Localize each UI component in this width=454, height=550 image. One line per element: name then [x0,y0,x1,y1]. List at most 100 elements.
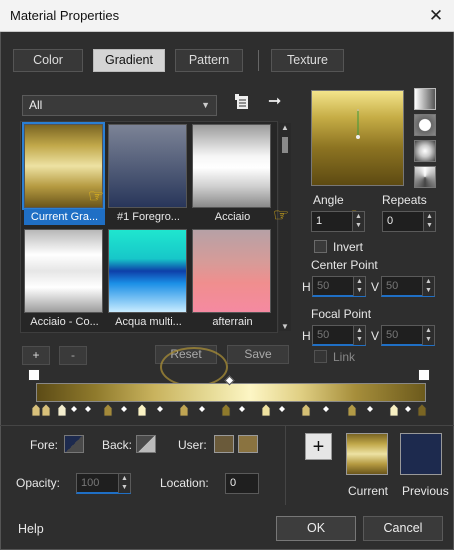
opacity-label: Opacity: [16,476,61,490]
gradient-preview[interactable] [311,90,404,186]
title-bar: Material Properties ✕ [0,0,454,32]
center-h-value: 50 [317,280,330,292]
tab-gradient[interactable]: Gradient [93,49,165,72]
gallery-item-afterrain[interactable]: afterrain [192,229,271,328]
gallery-item-acciaio[interactable]: Acciaio [192,124,271,223]
help-link[interactable]: Help [18,522,44,536]
radial-style-button[interactable] [414,140,436,162]
angle-label: Angle [313,193,344,207]
center-v-label: V [371,280,380,294]
focal-point-label: Focal Point [311,307,372,321]
focal-v-value: 50 [386,329,399,341]
location-input[interactable]: 0 [225,473,259,494]
location-label: Location: [160,476,209,490]
sunburst-style-button[interactable] [414,166,436,188]
gallery-item-foreground[interactable]: #1 Foregro... [108,124,187,223]
color-stops[interactable] [30,402,430,420]
current-label: Current [348,484,389,498]
tab-divider [258,50,259,71]
center-point-label: Center Point [311,258,378,272]
spin-arrows-icon[interactable]: ▲ ▼ [352,212,364,231]
fore-label: Fore: [30,438,59,452]
center-v-value: 50 [386,280,399,292]
tab-pattern[interactable]: Pattern [175,49,243,72]
spin-arrows-icon[interactable]: ▲ ▼ [118,474,130,493]
window-title: Material Properties [10,8,120,23]
previous-swatch[interactable] [400,433,442,475]
close-button[interactable]: ✕ [418,0,454,32]
center-h-stepper[interactable]: 50 ▲ ▼ [312,276,366,297]
cancel-button[interactable]: Cancel [363,516,443,541]
center-v-stepper[interactable]: 50 ▲ ▼ [381,276,435,297]
focal-h-stepper[interactable]: 50 ▲ ▼ [312,325,366,346]
back-label: Back: [102,438,133,452]
gradient-swatch [108,124,187,208]
invert-label: Invert [333,240,364,254]
rectangular-style-button[interactable] [414,114,436,136]
direction-handle-icon[interactable] [312,91,403,185]
link-checkbox[interactable] [314,350,327,363]
category-select[interactable]: All ▼ [22,95,217,116]
add-to-user-button[interactable]: + [305,433,332,460]
ok-button[interactable]: OK [276,516,356,541]
library-icon[interactable] [235,94,251,111]
tab-texture[interactable]: Texture [271,49,344,72]
gradient-swatch [192,124,271,208]
category-select-value: All [29,98,43,112]
gradient-swatch [24,229,103,313]
current-swatch[interactable] [346,433,388,475]
end-marker-icon[interactable] [418,369,430,381]
arrow-right-icon[interactable]: ➞ [268,94,284,110]
remove-gradient-button[interactable]: - [59,346,87,365]
repeats-stepper[interactable]: 0 ▲ ▼ [382,211,436,232]
gradient-swatch [192,229,271,313]
add-gradient-button[interactable]: + [22,346,50,365]
user-label: User: [178,438,207,452]
invert-checkbox[interactable] [314,240,327,253]
gallery-item-acqua-multi[interactable]: Acqua multi... [108,229,187,328]
fore-swatch[interactable] [64,435,84,453]
gradient-swatch [108,229,187,313]
spin-arrows-icon[interactable]: ▲ ▼ [423,212,435,231]
previous-label: Previous [402,484,449,498]
gallery-scrollbar[interactable]: ▲ ▼ [279,123,291,331]
focal-h-label: H [302,329,311,343]
start-marker-icon[interactable] [28,369,40,381]
location-value: 0 [230,477,237,489]
chevron-down-icon: ▼ [201,100,210,110]
spin-arrows-icon[interactable]: ▲ ▼ [353,277,365,296]
spin-arrows-icon[interactable]: ▲ ▼ [422,277,434,296]
scroll-down-icon[interactable]: ▼ [281,322,289,331]
focal-v-stepper[interactable]: 50 ▲ ▼ [381,325,435,346]
gradient-editor-bar[interactable] [36,383,426,402]
focal-h-value: 50 [317,329,330,341]
gallery-item-label: Acciaio - Co... [30,316,99,328]
angle-stepper[interactable]: 1 ▲ ▼ [311,211,365,232]
link-label: Link [333,350,356,364]
save-button[interactable]: Save [227,345,289,364]
focal-v-label: V [371,329,380,343]
gallery-item-label: Acqua multi... [115,316,182,328]
linear-style-button[interactable] [414,88,436,110]
watermark-logo [160,347,228,387]
spin-arrows-icon[interactable]: ▲ ▼ [422,326,434,345]
user-swatch-1[interactable] [214,435,234,453]
gallery-item-label: #1 Foregro... [117,211,180,223]
scroll-up-icon[interactable]: ▲ [281,123,289,132]
user-swatch-2[interactable] [238,435,258,453]
pointer-hand-icon: ☞ [273,205,290,225]
gallery-item-label: afterrain [212,316,253,328]
divider [285,425,286,505]
scrollbar-thumb[interactable] [282,137,288,153]
gallery-item-label: Current Gra... [24,209,105,225]
center-h-label: H [302,280,311,294]
tab-color[interactable]: Color [13,49,83,72]
angle-value: 1 [316,215,323,227]
spin-arrows-icon[interactable]: ▲ ▼ [353,326,365,345]
opacity-stepper[interactable]: 100 ▲ ▼ [76,473,131,494]
back-swatch[interactable] [136,435,156,453]
gallery-item-acciaio-co[interactable]: Acciaio - Co... [24,229,103,328]
repeats-label: Repeats [382,193,427,207]
opacity-value: 100 [81,477,100,489]
gallery-item-label: Acciaio [214,211,251,223]
